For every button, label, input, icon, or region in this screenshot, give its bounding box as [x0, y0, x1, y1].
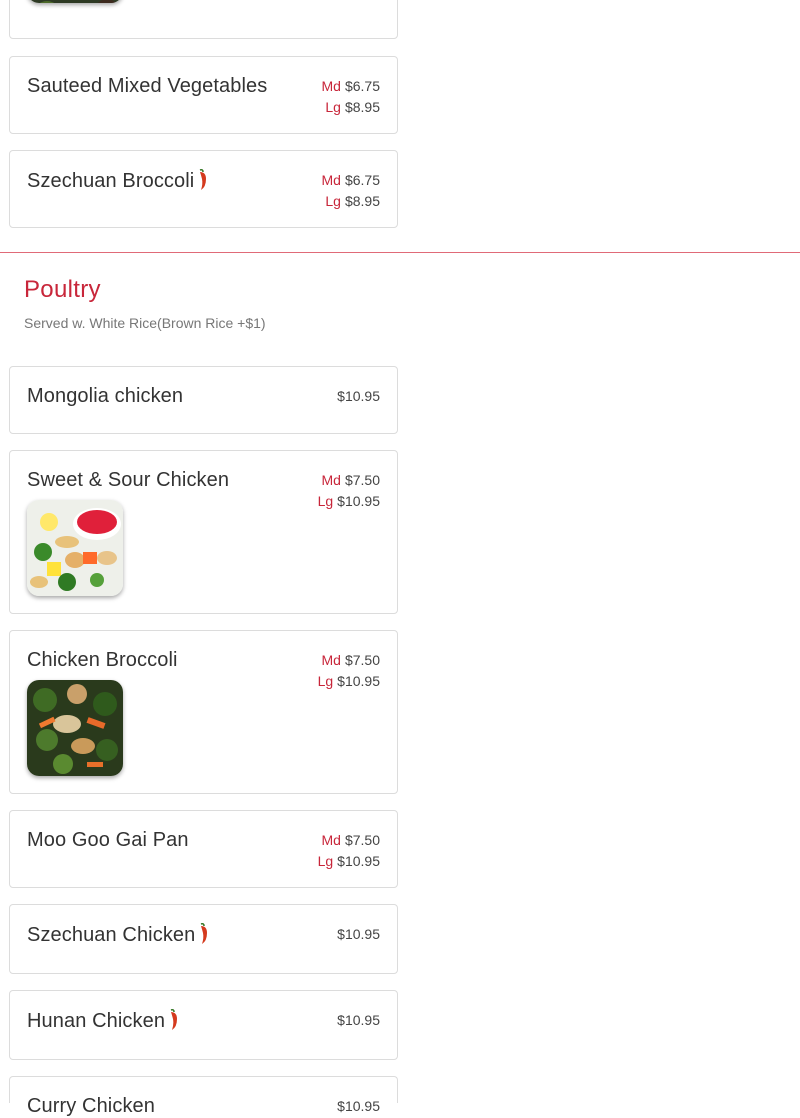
price-row: $10.95 [337, 924, 380, 945]
menu-item-card[interactable]: Moo Goo Gai Pan Md $7.50 Lg $10.95 [9, 810, 398, 888]
chili-pepper-icon [197, 168, 209, 197]
price-row: Md $7.50 [318, 650, 381, 671]
price-value: $10.95 [337, 926, 380, 942]
menu-item-name-wrap: Szechuan Chicken [27, 922, 210, 951]
chili-pepper-icon [198, 922, 210, 951]
size-label: Lg [317, 853, 334, 869]
price-value: $8.95 [344, 99, 380, 115]
price-value: $6.75 [344, 78, 380, 94]
menu-item-name: Moo Goo Gai Pan [27, 829, 189, 851]
menu-item-prices: $10.95 [337, 1010, 380, 1031]
menu-item-name: Sweet & Sour Chicken [27, 469, 230, 491]
section-divider [0, 252, 800, 253]
price-row: Md $7.50 [318, 470, 381, 491]
price-value: $8.95 [344, 193, 380, 209]
menu-item-photo[interactable] [27, 500, 123, 596]
price-row: $10.95 [337, 1010, 380, 1031]
price-row: Lg $8.95 [322, 191, 380, 212]
menu-item-prices: Md $7.50 Lg $10.95 [318, 830, 380, 872]
menu-item-card[interactable]: Curry Chicken $10.95 [9, 1076, 398, 1117]
section-title: Poultry [24, 276, 101, 303]
price-row: Lg $10.95 [318, 851, 380, 872]
menu-item-name-wrap: Szechuan Broccoli [27, 168, 209, 197]
size-label: Md [321, 652, 341, 668]
menu-item-name: Sauteed Mixed Vegetables [27, 75, 268, 97]
price-row: Lg $10.95 [318, 671, 380, 692]
size-label: Lg [317, 673, 334, 689]
price-value: $7.50 [344, 832, 380, 848]
price-row: Md $6.75 [322, 170, 381, 191]
menu-item-card[interactable]: Sauteed Mixed Vegetables Md $6.75 Lg $8.95 [9, 56, 398, 134]
menu-item-prices: Md $7.50 Lg $10.95 [318, 650, 380, 692]
price-value: $10.95 [337, 388, 380, 404]
menu-item-card[interactable]: Sweet & Sour Chicken Md $7.50 Lg $10.95 [9, 450, 398, 614]
menu-item-name: Mongolia chicken [27, 385, 184, 407]
menu-item-prices: $10.95 [337, 386, 380, 407]
menu-item-name: Szechuan Broccoli [27, 170, 195, 192]
chili-pepper-icon [168, 1008, 180, 1037]
menu-item-name: Hunan Chicken [27, 1010, 166, 1032]
section-subtitle: Served w. White Rice(Brown Rice +$1) [24, 315, 266, 331]
menu-item-card[interactable]: Hunan Chicken $10.95 [9, 990, 398, 1060]
price-value: $7.50 [344, 652, 380, 668]
price-row: Md $6.75 [322, 76, 381, 97]
size-label: Lg [317, 493, 334, 509]
menu-item-card-partial[interactable] [9, 0, 398, 39]
menu-item-prices: Md $6.75 Lg $8.95 [322, 76, 381, 118]
size-label: Md [321, 78, 341, 94]
menu-item-card[interactable]: Mongolia chicken $10.95 [9, 366, 398, 434]
price-row: Lg $10.95 [318, 491, 380, 512]
price-row: Lg $8.95 [322, 97, 380, 118]
price-row: $10.95 [337, 386, 380, 407]
size-label: Md [321, 172, 341, 188]
menu-item-prices: $10.95 [337, 1096, 380, 1117]
price-value: $7.50 [344, 472, 380, 488]
price-row: Md $7.50 [318, 830, 381, 851]
menu-item-prices: $10.95 [337, 924, 380, 945]
menu-item-prices: Md $7.50 Lg $10.95 [318, 470, 380, 512]
size-label: Md [321, 472, 341, 488]
menu-item-photo [27, 0, 123, 3]
size-label: Md [321, 832, 341, 848]
price-value: $10.95 [337, 493, 380, 509]
price-value: $10.95 [337, 1098, 380, 1114]
menu-item-name: Curry Chicken [27, 1095, 155, 1117]
menu-item-card[interactable]: Chicken Broccoli Md $7.50 Lg $10.95 [9, 630, 398, 794]
menu-item-card[interactable]: Szechuan Chicken $10.95 [9, 904, 398, 974]
menu-item-name-wrap: Hunan Chicken [27, 1008, 180, 1037]
menu-item-photo[interactable] [27, 680, 123, 776]
size-label: Lg [325, 99, 341, 115]
price-value: $10.95 [337, 673, 380, 689]
price-value: $6.75 [344, 172, 380, 188]
price-value: $10.95 [337, 1012, 380, 1028]
menu-item-card[interactable]: Szechuan Broccoli Md $6.75 Lg $8.95 [9, 150, 398, 228]
price-row: $10.95 [337, 1096, 380, 1117]
price-value: $10.95 [337, 853, 380, 869]
size-label: Lg [325, 193, 341, 209]
menu-item-name: Szechuan Chicken [27, 924, 196, 946]
menu-item-prices: Md $6.75 Lg $8.95 [322, 170, 381, 212]
menu-item-name: Chicken Broccoli [27, 649, 178, 671]
